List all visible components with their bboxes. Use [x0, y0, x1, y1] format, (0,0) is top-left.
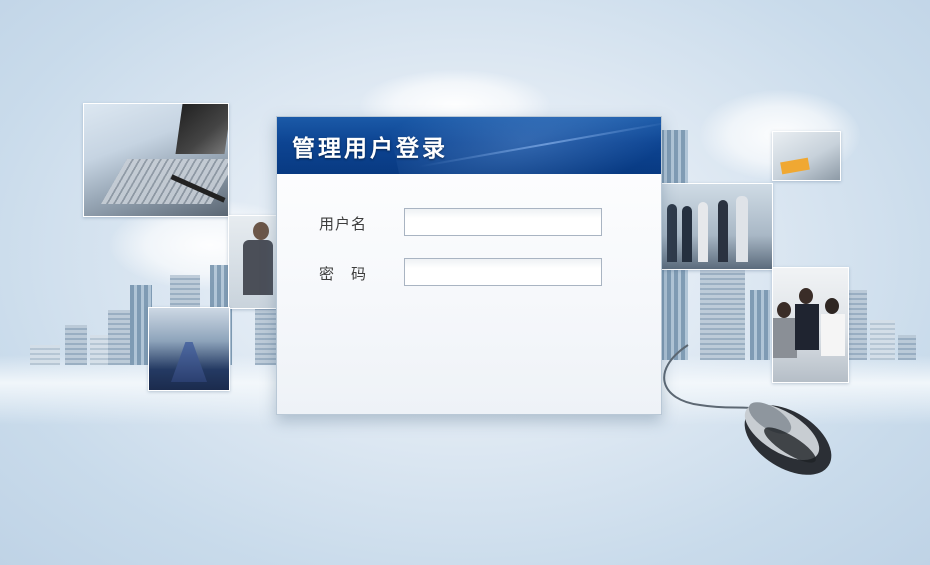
- login-header: 管理用户登录: [277, 117, 661, 174]
- login-title: 管理用户登录: [292, 136, 448, 162]
- username-label: 用户名: [319, 215, 368, 233]
- username-input[interactable]: [404, 208, 602, 236]
- password-label: 密 码: [319, 265, 368, 283]
- password-input[interactable]: [404, 258, 602, 286]
- login-panel: 管理用户登录 用户名 密 码: [276, 116, 662, 415]
